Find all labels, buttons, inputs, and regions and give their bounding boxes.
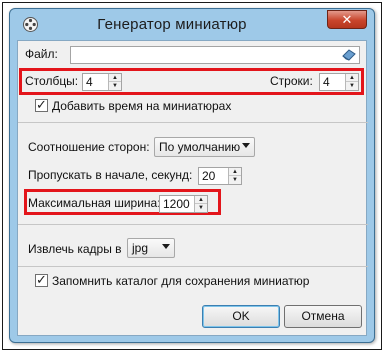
columns-spinner[interactable]: 4 ▲ ▼ (82, 73, 122, 91)
separator (18, 266, 368, 267)
rows-label: Строки: (270, 74, 313, 88)
dialog-body: Файл: Столбцы: 4 ▲ ▼ Строки: 4 ▲ ▼ ✓ Доб… (17, 40, 368, 336)
skip-spinner-buttons[interactable]: ▲ ▼ (228, 168, 241, 184)
ok-button[interactable]: OK (202, 305, 280, 328)
separator (18, 224, 368, 225)
skip-spinner[interactable]: 20 ▲ ▼ (198, 167, 242, 185)
spin-down-icon[interactable]: ▼ (109, 82, 121, 90)
aspect-label: Соотношение сторон: (28, 140, 150, 154)
film-reel-icon (23, 17, 38, 32)
dialog-window: Генератор миниатюр ✕ Файл: Столбцы: 4 ▲ … (9, 8, 375, 343)
file-label: Файл: (25, 47, 58, 61)
file-input[interactable] (70, 46, 360, 64)
chevron-down-icon (162, 244, 170, 249)
spin-down-icon[interactable]: ▼ (195, 204, 207, 212)
max-width-spinner[interactable]: 1200 ▲ ▼ (159, 195, 208, 213)
rows-value: 4 (323, 75, 330, 89)
spin-up-icon[interactable]: ▲ (109, 74, 121, 82)
extract-label: Извлечь кадры в (28, 242, 122, 256)
spin-down-icon[interactable]: ▼ (229, 176, 241, 184)
columns-value: 4 (86, 75, 93, 89)
aspect-select[interactable]: По умолчанию (154, 137, 255, 157)
max-width-value: 1200 (163, 197, 190, 211)
aspect-value: По умолчанию (159, 140, 241, 154)
close-button[interactable]: ✕ (327, 10, 367, 29)
add-time-label: Добавить время на миниатюрах (52, 99, 232, 113)
add-time-checkbox[interactable]: ✓ (35, 97, 48, 112)
window-title: Генератор миниатюр (97, 16, 247, 33)
spin-down-icon[interactable]: ▼ (346, 82, 358, 90)
skip-label: Пропускать в начале, секунд: (28, 168, 193, 182)
close-icon: ✕ (341, 12, 353, 27)
chevron-down-icon (242, 143, 250, 148)
remember-folder-label: Запомнить каталог для сохранения миниатю… (52, 274, 310, 288)
separator (18, 122, 368, 123)
columns-spinner-buttons[interactable]: ▲ ▼ (108, 74, 121, 90)
rows-spinner-buttons[interactable]: ▲ ▼ (345, 74, 358, 90)
spin-up-icon[interactable]: ▲ (195, 196, 207, 204)
spin-up-icon[interactable]: ▲ (229, 168, 241, 176)
checkmark-icon: ✓ (36, 97, 47, 112)
max-width-spinner-buttons[interactable]: ▲ ▼ (194, 196, 207, 212)
rows-spinner[interactable]: 4 ▲ ▼ (319, 73, 359, 91)
columns-label: Столбцы: (25, 74, 79, 88)
title-bar[interactable]: Генератор миниатюр ✕ (10, 9, 374, 40)
extract-format-value: jpg (132, 241, 149, 255)
cancel-button[interactable]: Отмена (284, 305, 362, 328)
max-width-label: Максимальная ширина: (28, 196, 161, 210)
spin-up-icon[interactable]: ▲ (346, 74, 358, 82)
remember-folder-checkbox[interactable]: ✓ (35, 272, 48, 287)
skip-value: 20 (202, 169, 216, 183)
extract-format-select[interactable]: jpg (127, 238, 175, 258)
checkmark-icon: ✓ (36, 272, 47, 287)
eraser-icon[interactable] (342, 49, 356, 61)
